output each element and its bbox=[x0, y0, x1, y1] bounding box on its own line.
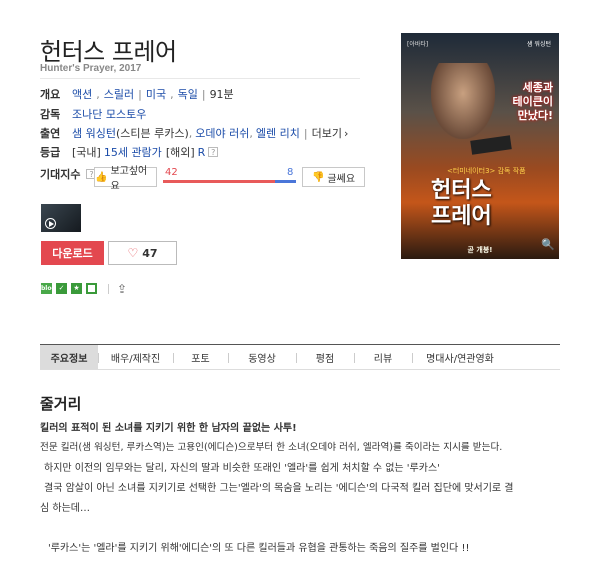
service-icons: blog ✓ ★ bbox=[41, 283, 101, 294]
poster-quote-line: 테이큰이 bbox=[512, 95, 553, 108]
help-icon[interactable]: ? bbox=[208, 147, 219, 157]
synopsis-paragraph: 결국 암살이 아닌 소녀를 지키기로 선택한 그는'엘라'의 목숨을 노리는 '… bbox=[44, 483, 514, 494]
not-label: 글쎄요 bbox=[327, 173, 356, 185]
tab-quotes[interactable]: 명대사/연관영화 bbox=[412, 345, 508, 369]
info-genre-row: 개요 액션, 스릴러 | 미국, 독일 | 91분 bbox=[40, 86, 234, 102]
tab-label: 명대사/연관영화 bbox=[426, 353, 494, 365]
info-director-row: 감독 조나단 모스토우 bbox=[40, 106, 146, 122]
director-label: 감독 bbox=[40, 108, 61, 121]
poster-quote: 세종과 테이큰이 만났다! bbox=[513, 81, 553, 123]
synopsis-paragraph: 심 하는데… bbox=[40, 503, 90, 514]
want-count: 42 bbox=[165, 167, 178, 178]
tab-label: 배우/제작진 bbox=[110, 353, 161, 365]
more-cast-link[interactable]: 더보기 bbox=[312, 125, 342, 141]
video-thumbnail[interactable] bbox=[41, 204, 81, 232]
poster-title-line: 헌터스 bbox=[431, 178, 492, 203]
star-icon[interactable]: ★ bbox=[71, 283, 82, 294]
poster-figure bbox=[431, 63, 495, 139]
share-icon[interactable]: ⇪ bbox=[117, 282, 127, 296]
original-title: Hunter's Prayer, 2017 bbox=[40, 63, 142, 74]
rating-domestic-link[interactable]: 15세 관람가 bbox=[104, 144, 162, 160]
like-count: 47 bbox=[142, 246, 158, 260]
cast-link-2[interactable]: 오데야 러쉬 bbox=[195, 125, 249, 141]
tab-photo[interactable]: 포토 bbox=[173, 345, 228, 369]
synopsis-paragraph: 하지만 이전의 임무와는 달리, 자신의 딸과 비슷한 또래인 '엘라'를 쉽게… bbox=[44, 463, 440, 474]
cast-label: 출연 bbox=[40, 127, 61, 140]
info-cast-row: 출연 샘 워싱턴 (스티븐 루카스), 오데야 러쉬, 엘렌 리치 | 더보기 › bbox=[40, 125, 349, 141]
play-icon bbox=[45, 218, 56, 229]
country-link-usa[interactable]: 미국 bbox=[146, 86, 166, 102]
genre-link-action[interactable]: 액션 bbox=[72, 86, 92, 102]
rating-domestic-prefix: [국내] bbox=[72, 146, 101, 159]
cast-role-1: (스티븐 루카스) bbox=[115, 127, 189, 140]
poster-quote-line: 만났다! bbox=[517, 109, 553, 122]
info-rating-row: 등급 [국내] 15세 관람가 [해외] R ? bbox=[40, 144, 219, 160]
divider bbox=[108, 284, 109, 294]
tab-main-info[interactable]: 주요정보 bbox=[40, 345, 98, 369]
tab-bar: 주요정보 배우/제작진 포토 동영상 평점 리뷰 명대사/연관영화 bbox=[40, 344, 560, 370]
blog-icon[interactable]: blog bbox=[41, 283, 56, 294]
want-button[interactable]: 👍 보고싶어요 bbox=[94, 166, 157, 192]
tab-video[interactable]: 동영상 bbox=[228, 345, 296, 369]
synopsis-paragraph: 전문 킬러(샘 워싱턴, 루카스역)는 고용인(에디슨)으로부터 한 소녀(오데… bbox=[40, 442, 503, 453]
director-link[interactable]: 조나단 모스토우 bbox=[72, 106, 146, 122]
want-label: 보고싶어요 bbox=[110, 166, 148, 192]
tab-label: 동영상 bbox=[248, 353, 276, 365]
heart-icon: ♡ bbox=[127, 246, 139, 260]
expect-ratio-bar bbox=[163, 180, 296, 183]
poster-title-line: 프레어 bbox=[431, 204, 492, 229]
synopsis-paragraph: '루카스'는 '엘라'를 지키기 위해'에디슨'의 또 다른 킬러들과 유협을 … bbox=[48, 543, 470, 554]
cast-link-1[interactable]: 샘 워싱턴 bbox=[72, 125, 116, 141]
synopsis-title: 줄거리 bbox=[40, 395, 82, 413]
rating-foreign-prefix: [해외] bbox=[165, 146, 195, 159]
genre-link-thriller[interactable]: 스릴러 bbox=[104, 86, 134, 102]
not-button[interactable]: 👎 글쎄요 bbox=[302, 167, 365, 187]
poster-actor: 샘 워싱턴 bbox=[527, 41, 551, 48]
genre-label: 개요 bbox=[40, 88, 61, 101]
want-ratio-fill bbox=[163, 180, 275, 183]
cast-link-3[interactable]: 엘렌 리치 bbox=[256, 125, 300, 141]
country-link-germany[interactable]: 독일 bbox=[178, 86, 198, 102]
tab-label: 포토 bbox=[191, 353, 210, 365]
chevron-right-icon: › bbox=[343, 126, 349, 140]
not-count: 8 bbox=[287, 167, 294, 178]
download-button[interactable]: 다운로드 bbox=[41, 241, 104, 265]
square-icon[interactable] bbox=[86, 283, 97, 294]
thumbs-up-icon: 👍 bbox=[95, 171, 108, 183]
runtime: 91분 bbox=[209, 88, 234, 101]
synopsis-tagline: 킬러의 표적이 된 소녀를 지키기 위한 한 남자의 끝없는 사투! bbox=[40, 423, 297, 434]
rating-label: 등급 bbox=[40, 146, 61, 159]
expect-label: 기대지수 bbox=[40, 168, 81, 181]
poster-sub: <터미네이터3> 감독 작품 bbox=[447, 167, 526, 175]
tab-label: 평점 bbox=[315, 353, 335, 365]
divider bbox=[40, 78, 360, 79]
thumbs-down-icon: 👎 bbox=[311, 171, 325, 183]
poster-footer: 곧 개봉! bbox=[467, 246, 493, 254]
movie-poster[interactable]: [아바타] 샘 워싱턴 세종과 테이큰이 만났다! <터미네이터3> 감독 작품… bbox=[401, 33, 559, 259]
tab-label: 리뷰 bbox=[373, 353, 393, 365]
poster-quote-line: 세종과 bbox=[522, 81, 553, 94]
rating-foreign-link[interactable]: R bbox=[198, 146, 206, 159]
check-icon[interactable]: ✓ bbox=[56, 283, 67, 294]
like-button[interactable]: ♡ 47 bbox=[108, 241, 177, 265]
poster-main-title: 헌터스 프레어 bbox=[431, 178, 492, 230]
zoom-icon[interactable]: 🔍 bbox=[541, 238, 555, 251]
expect-index: 기대지수 ? bbox=[40, 166, 97, 182]
tab-cast[interactable]: 배우/제작진 bbox=[98, 345, 173, 369]
tab-review[interactable]: 리뷰 bbox=[354, 345, 412, 369]
page-title: 헌터스 프레어 bbox=[40, 38, 177, 66]
tab-rating[interactable]: 평점 bbox=[296, 345, 354, 369]
poster-top-credit: [아바타] bbox=[407, 41, 429, 48]
